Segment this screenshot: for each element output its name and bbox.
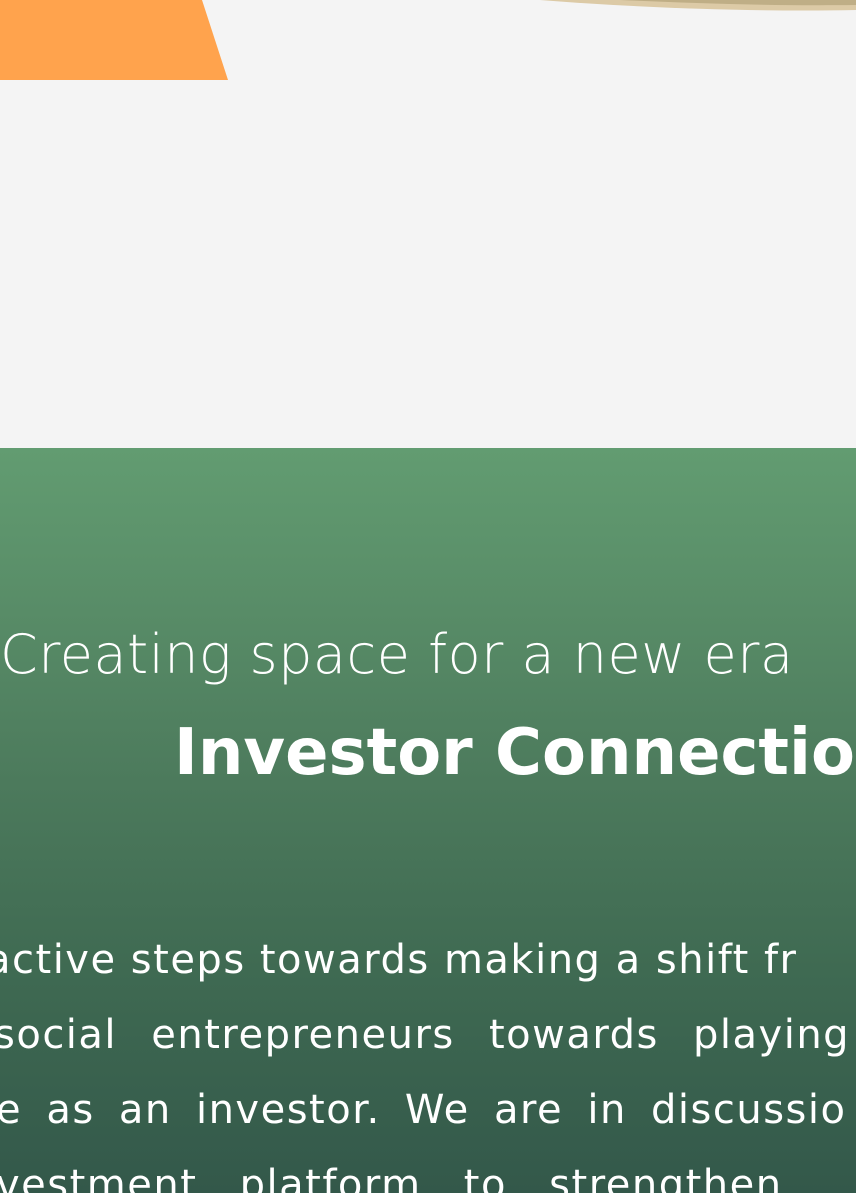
body-line: social entrepreneurs towards playing [0,1012,851,1058]
top-edge-detail [0,0,856,20]
hero-image [0,0,856,448]
investor-connection-section: Creating space for a new era Investor Co… [0,448,856,1193]
section-title: Investor Connection [174,716,856,790]
body-line: e as an investor. We are in discussio [0,1087,847,1133]
section-subtitle: Creating space for a new era [0,623,794,686]
body-line: active steps towards making a shift fr [0,937,798,983]
body-line: vestment platform to strengthen [0,1162,783,1193]
page: Creating space for a new era Investor Co… [0,0,856,1193]
